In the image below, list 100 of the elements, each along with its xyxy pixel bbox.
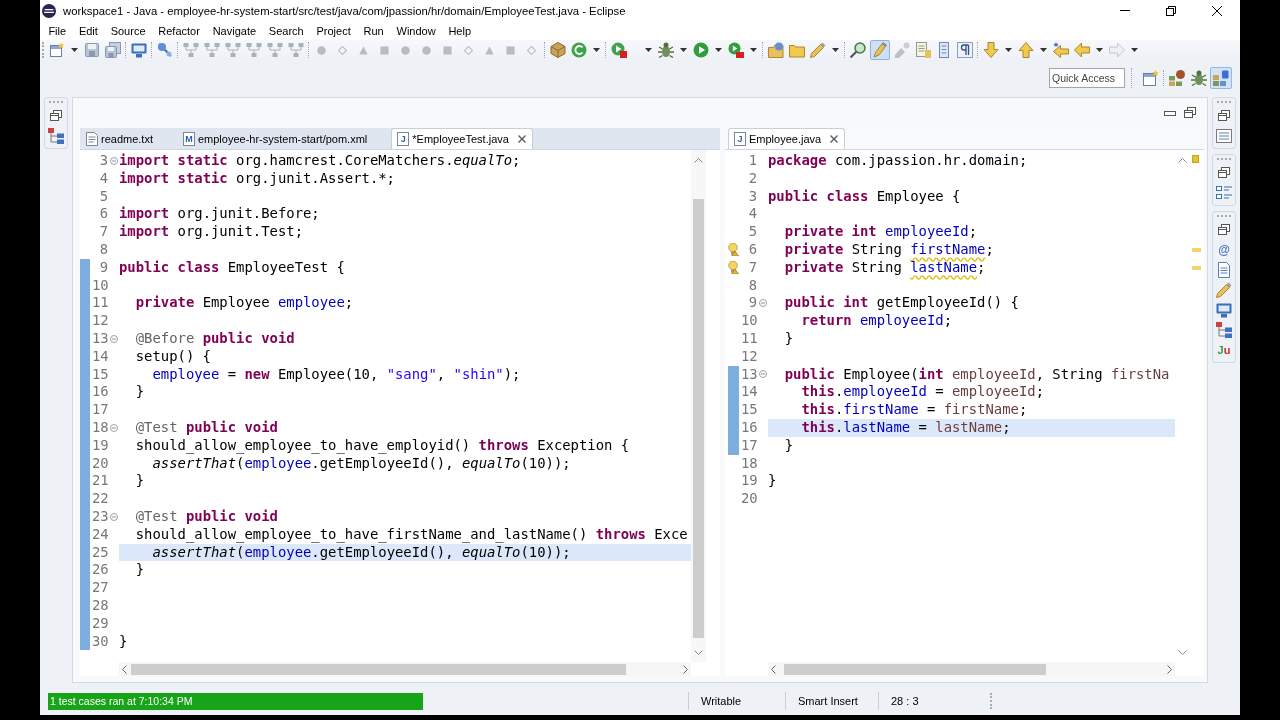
diagram-icon[interactable] [245, 42, 262, 58]
close-icon[interactable] [830, 135, 839, 143]
caret-icon[interactable] [592, 48, 600, 52]
folder-icon[interactable] [767, 42, 784, 58]
grip-handle[interactable] [1217, 158, 1231, 160]
caret-icon[interactable] [1004, 48, 1012, 52]
horizontal-scrollbar[interactable] [768, 662, 1175, 676]
square-icon[interactable] [380, 45, 389, 55]
chevron-left-icon[interactable] [122, 664, 127, 674]
back-arrow-icon[interactable] [1052, 42, 1069, 58]
caret-icon[interactable] [831, 48, 839, 52]
grip-handle[interactable] [1217, 101, 1231, 103]
hierarchy-icon[interactable] [1216, 322, 1232, 338]
chevron-down-icon[interactable] [694, 650, 703, 655]
circle-icon[interactable] [422, 45, 431, 55]
minimize-icon[interactable] [1164, 110, 1176, 116]
caret-icon[interactable] [714, 48, 722, 52]
scrollbar-thumb[interactable] [693, 199, 704, 638]
back-arrow-icon[interactable] [1073, 42, 1090, 58]
square-icon[interactable] [506, 45, 515, 55]
caret-icon[interactable] [70, 48, 78, 52]
collapse-icon[interactable] [110, 423, 118, 432]
caret-icon[interactable] [1130, 48, 1138, 52]
chevron-up-icon[interactable] [1177, 158, 1187, 163]
square-icon[interactable] [443, 45, 452, 55]
run-tool-icon[interactable] [727, 42, 744, 58]
editor-tab[interactable]: M employee-hr-system-start/pom.xml [176, 128, 392, 149]
circle-icon[interactable] [401, 45, 410, 55]
new-file-icon[interactable] [48, 42, 65, 58]
diamond-icon[interactable] [338, 45, 347, 55]
menu-item[interactable]: Edit [72, 24, 105, 37]
menu-item[interactable]: File [42, 24, 73, 37]
triangle-icon[interactable] [485, 45, 494, 55]
perspective-button[interactable] [1210, 66, 1232, 89]
play-icon[interactable] [692, 42, 709, 58]
restore-icon[interactable] [1218, 167, 1230, 178]
package-icon[interactable] [549, 42, 566, 58]
collapse-icon[interactable] [110, 512, 118, 521]
brush-icon[interactable] [893, 42, 910, 58]
scrollbar-thumb[interactable] [784, 663, 1046, 675]
editor-tab[interactable]: readme.txt [80, 128, 177, 149]
menu-item[interactable]: Search [262, 24, 311, 37]
horizontal-scrollbar[interactable] [119, 662, 691, 676]
editor-tab[interactable]: J Employee.java [728, 128, 846, 149]
grip-handle[interactable] [990, 693, 992, 709]
restore-icon[interactable] [1218, 224, 1230, 235]
maximize-icon[interactable] [1184, 107, 1196, 118]
save-icon[interactable] [83, 42, 100, 58]
pencil-icon[interactable] [1216, 282, 1232, 298]
diagram-icon[interactable] [224, 42, 241, 58]
grip-handle[interactable] [1217, 215, 1231, 217]
caret-icon[interactable] [1095, 48, 1103, 52]
pencil-icon[interactable] [809, 42, 826, 58]
pin-icon[interactable] [156, 42, 173, 58]
menu-item[interactable]: Window [390, 24, 442, 37]
diamond-icon[interactable] [464, 45, 473, 55]
restore-icon[interactable] [1218, 110, 1230, 121]
caret-icon[interactable] [749, 48, 757, 52]
menu-item[interactable]: Source [104, 24, 152, 37]
restore-icon[interactable] [50, 110, 62, 121]
up-arrow-icon[interactable] [1017, 42, 1034, 58]
menu-item[interactable]: Navigate [206, 24, 263, 37]
diagram-icon[interactable] [203, 42, 220, 58]
close-icon[interactable] [1212, 5, 1222, 16]
editor-tab[interactable]: J *EmployeeTest.java [391, 128, 533, 149]
lightbulb-icon[interactable] [728, 243, 739, 257]
chevron-right-icon[interactable] [683, 664, 688, 674]
warning-marker[interactable] [1192, 265, 1201, 270]
collapse-icon[interactable] [110, 156, 118, 165]
scrollbar-thumb[interactable] [131, 663, 626, 675]
menu-item[interactable]: Help [442, 24, 478, 37]
hierarchy-icon[interactable] [48, 128, 64, 144]
menu-item[interactable]: Refactor [151, 24, 207, 37]
circle-icon[interactable] [317, 45, 326, 55]
down-arrow-icon[interactable] [982, 42, 999, 58]
chevron-up-icon[interactable] [694, 158, 703, 163]
menu-item[interactable]: Run [357, 24, 391, 37]
caret-icon[interactable] [1039, 48, 1047, 52]
collapse-icon[interactable] [110, 334, 118, 343]
monitor-icon[interactable] [130, 42, 147, 58]
folder-icon[interactable] [788, 42, 805, 58]
vertical-scrollbar[interactable] [691, 150, 706, 662]
diagram-icon[interactable] [266, 42, 283, 58]
triangle-icon[interactable] [359, 45, 368, 55]
lightbulb-icon[interactable] [728, 261, 739, 275]
run-icon[interactable] [610, 42, 627, 58]
search-icon[interactable] [849, 42, 866, 58]
collapse-icon[interactable] [759, 370, 767, 379]
list-icon[interactable] [1216, 128, 1232, 144]
menu-item[interactable]: Project [310, 24, 358, 37]
diamond-icon[interactable] [527, 45, 536, 55]
caret-icon[interactable] [679, 48, 687, 52]
diagram-icon[interactable] [287, 42, 304, 58]
chevron-right-icon[interactable] [1167, 664, 1172, 674]
document-icon[interactable] [1216, 262, 1232, 278]
close-icon[interactable] [517, 135, 526, 143]
grip-handle[interactable] [49, 101, 63, 103]
highlighter-button[interactable] [869, 40, 890, 60]
grip-handle[interactable] [42, 42, 44, 58]
warning-marker[interactable] [1192, 247, 1201, 252]
